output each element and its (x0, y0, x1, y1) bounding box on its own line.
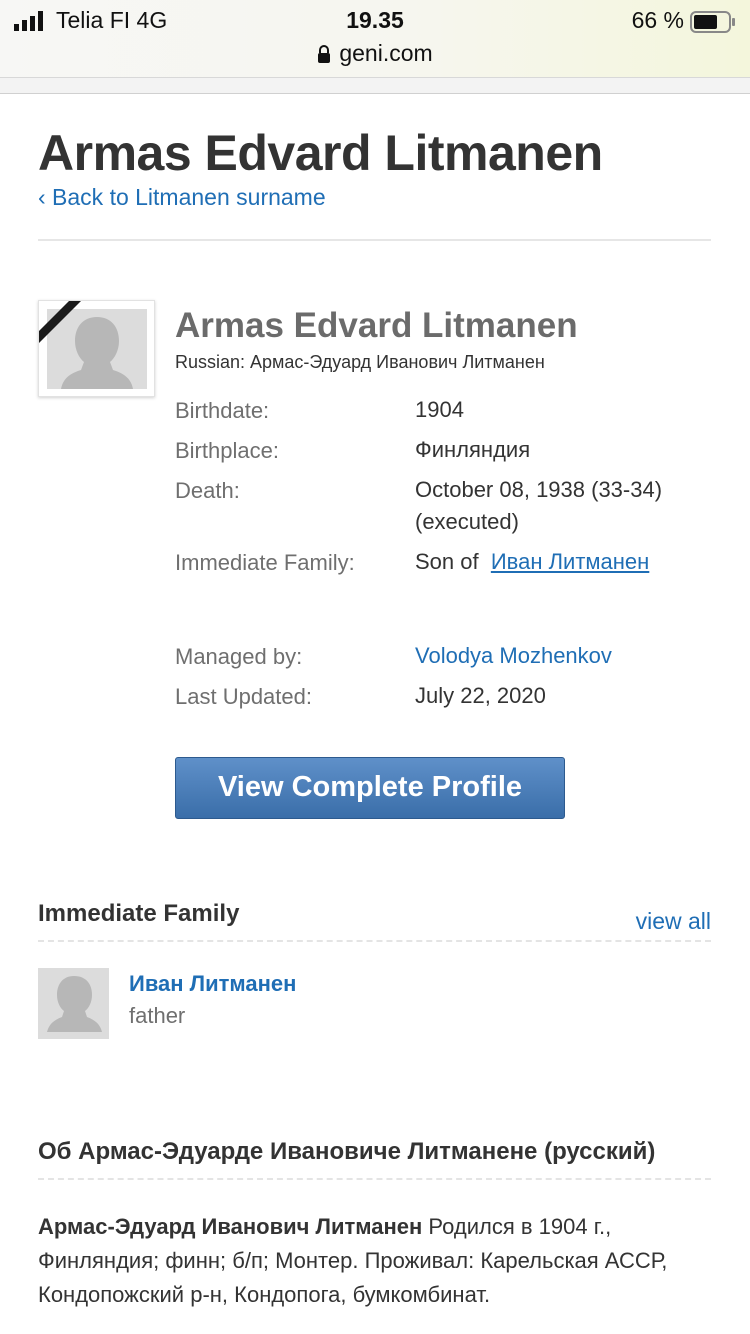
url-text: geni.com (339, 40, 433, 66)
immediate-family-heading: Immediate Family (38, 900, 240, 927)
birthplace-label: Birthplace: (175, 438, 279, 463)
view-complete-profile-button[interactable]: View Complete Profile (175, 757, 565, 819)
site-header-strip (0, 78, 750, 94)
death-value-line2: (executed) (415, 509, 519, 534)
managed-by-value: Volodya Mozhenkov (415, 640, 612, 672)
battery-icon (690, 11, 735, 33)
about-text: Армас-Эдуард Иванович Литманен Родился в… (38, 1210, 711, 1312)
father-link[interactable]: Иван Литманен (491, 549, 649, 574)
section-divider (38, 1178, 711, 1180)
back-to-surname-link[interactable]: ‹ Back to Litmanen surname (38, 184, 326, 211)
memorial-ribbon-icon (39, 301, 81, 343)
family-member-relation: father (129, 1003, 186, 1028)
managed-by-label: Managed by: (175, 644, 303, 669)
about-bold-name: Армас-Эдуард Иванович Литманен (38, 1214, 423, 1239)
profile-alt-name: Russian: Армас-Эдуард Иванович Литманен (175, 352, 545, 372)
status-bar: Telia FI 4G 19.35 66 % (0, 6, 750, 36)
silhouette-icon (38, 968, 109, 1039)
family-member-name-link[interactable]: Иван Литманен (129, 971, 296, 997)
death-value-line1: October 08, 1938 (33-34) (415, 477, 663, 502)
profile-photo[interactable] (38, 300, 155, 397)
immediate-family-value: Son of Иван Литманен (415, 546, 649, 578)
profile-name: Armas Edvard Litmanen (175, 306, 578, 345)
last-updated-value: July 22, 2020 (415, 683, 546, 708)
birthplace-value: Финляндия (415, 437, 531, 462)
family-member-avatar[interactable] (38, 968, 109, 1039)
death-label: Death: (175, 478, 240, 503)
address-bar[interactable]: geni.com (0, 40, 750, 67)
son-of-text: Son of (415, 549, 479, 574)
battery-percent: 66 % (631, 7, 684, 33)
immediate-family-label: Immediate Family: (175, 550, 355, 575)
section-divider (38, 940, 711, 942)
about-heading: Об Армас-Эдуарде Ивановиче Литманене (ру… (38, 1138, 656, 1165)
divider (38, 239, 711, 241)
browser-top-bar: Telia FI 4G 19.35 66 % geni.com (0, 0, 750, 78)
page-title: Armas Edvard Litmanen (38, 125, 603, 181)
manager-link[interactable]: Volodya Mozhenkov (415, 643, 612, 668)
birthdate-label: Birthdate: (175, 398, 270, 423)
last-updated-label: Last Updated: (175, 684, 312, 709)
lock-icon (318, 45, 331, 63)
view-all-link[interactable]: view all (636, 908, 711, 935)
birthdate-value: 1904 (415, 397, 464, 422)
